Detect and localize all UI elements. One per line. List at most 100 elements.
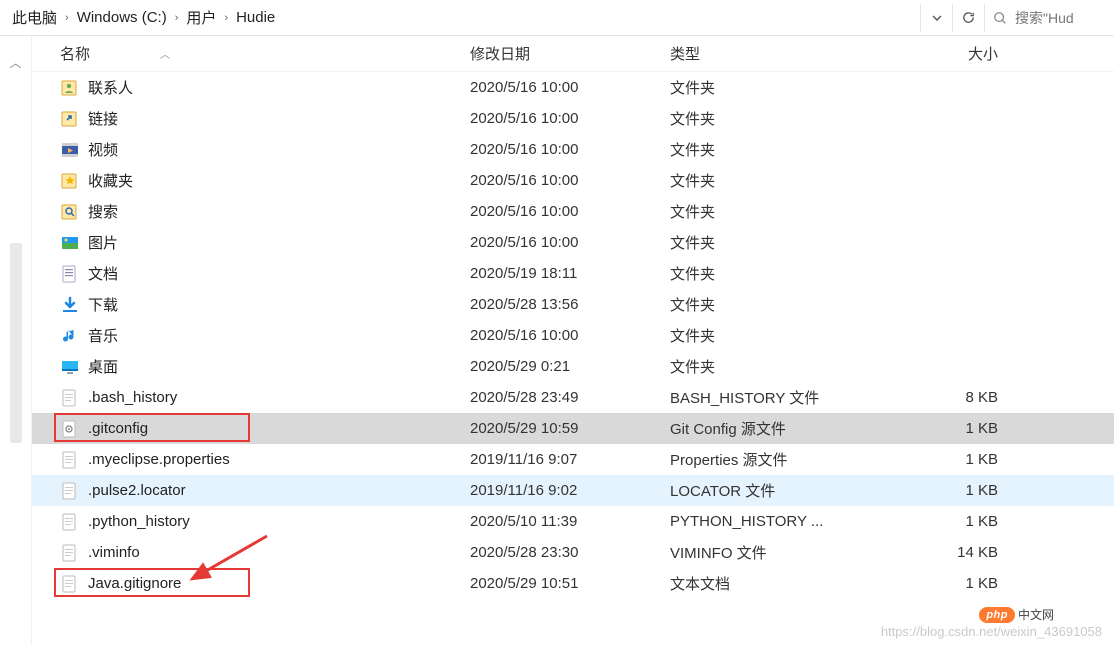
file-date: 2020/5/19 18:11 [470, 265, 670, 282]
file-type: 文本文档 [670, 573, 870, 594]
file-type: 文件夹 [670, 232, 870, 253]
table-row[interactable]: .bash_history 2020/5/28 23:49 BASH_HISTO… [32, 382, 1114, 413]
music-icon [60, 326, 80, 346]
col-size[interactable]: 大小 [870, 43, 1020, 64]
nav-tree-stub [10, 243, 22, 443]
file-name: Java.gitignore [88, 575, 181, 592]
pictures-icon [60, 233, 80, 253]
desktop-icon [60, 357, 80, 377]
watermark-text: https://blog.csdn.net/weixin_43691058 [881, 624, 1102, 639]
file-name: 搜索 [88, 201, 118, 222]
chevron-right-icon[interactable]: › [63, 12, 71, 24]
table-row[interactable]: 桌面 2020/5/29 0:21 文件夹 [32, 351, 1114, 382]
file-name: .bash_history [88, 389, 177, 406]
file-type: PYTHON_HISTORY ... [670, 513, 870, 530]
file-name: 视频 [88, 139, 118, 160]
collapse-icon[interactable]: ︿ [9, 54, 21, 71]
file-type: VIMINFO 文件 [670, 542, 870, 563]
file-date: 2020/5/28 23:30 [470, 544, 670, 561]
contacts-icon [60, 78, 80, 98]
file-type: 文件夹 [670, 263, 870, 284]
table-row[interactable]: 搜索 2020/5/16 10:00 文件夹 [32, 196, 1114, 227]
file-size: 1 KB [870, 420, 1020, 437]
breadcrumb-seg[interactable]: Windows (C:) [71, 5, 173, 30]
file-name: 联系人 [88, 77, 133, 98]
file-date: 2020/5/16 10:00 [470, 327, 670, 344]
file-type: 文件夹 [670, 170, 870, 191]
file-name: 图片 [88, 232, 118, 253]
history-dropdown-button[interactable] [920, 4, 952, 32]
file-icon [60, 543, 80, 563]
file-name: 收藏夹 [88, 170, 133, 191]
downloads-icon [60, 295, 80, 315]
chevron-right-icon[interactable]: › [173, 12, 181, 24]
table-row[interactable]: .python_history 2020/5/10 11:39 PYTHON_H… [32, 506, 1114, 537]
refresh-button[interactable] [952, 4, 984, 32]
file-date: 2020/5/16 10:00 [470, 110, 670, 127]
file-size: 1 KB [870, 513, 1020, 530]
breadcrumb-seg[interactable]: Hudie [230, 5, 281, 30]
file-size: 1 KB [870, 451, 1020, 468]
video-icon [60, 140, 80, 160]
links-icon [60, 109, 80, 129]
file-name: 音乐 [88, 325, 118, 346]
file-date: 2019/11/16 9:07 [470, 451, 670, 468]
file-name: .python_history [88, 513, 190, 530]
file-type: 文件夹 [670, 201, 870, 222]
breadcrumb[interactable]: 此电脑 › Windows (C:) › 用户 › Hudie [0, 3, 920, 32]
table-row[interactable]: 文档 2020/5/19 18:11 文件夹 [32, 258, 1114, 289]
table-row[interactable]: 音乐 2020/5/16 10:00 文件夹 [32, 320, 1114, 351]
file-type: BASH_HISTORY 文件 [670, 387, 870, 408]
file-type: Properties 源文件 [670, 449, 870, 470]
file-type: 文件夹 [670, 356, 870, 377]
file-name: .gitconfig [88, 420, 148, 437]
table-row[interactable]: 联系人 2020/5/16 10:00 文件夹 [32, 72, 1114, 103]
search-input[interactable]: 搜索"Hud [984, 4, 1114, 32]
file-type: 文件夹 [670, 139, 870, 160]
file-name: .viminfo [88, 544, 140, 561]
breadcrumb-seg[interactable]: 此电脑 [6, 3, 63, 32]
search-icon [60, 202, 80, 222]
nav-gutter: ︿ [0, 36, 32, 645]
table-row[interactable]: 链接 2020/5/16 10:00 文件夹 [32, 103, 1114, 134]
file-type: 文件夹 [670, 325, 870, 346]
file-icon [60, 574, 80, 594]
table-row[interactable]: 收藏夹 2020/5/16 10:00 文件夹 [32, 165, 1114, 196]
gear-icon [60, 419, 80, 439]
file-list: 名称 ︿ 修改日期 类型 大小 联系人 2020/5/16 10:00 文件夹 … [32, 36, 1114, 645]
search-placeholder: 搜索"Hud [1015, 8, 1074, 28]
table-row[interactable]: 图片 2020/5/16 10:00 文件夹 [32, 227, 1114, 258]
breadcrumb-seg[interactable]: 用户 [180, 3, 222, 32]
table-row[interactable]: 下载 2020/5/28 13:56 文件夹 [32, 289, 1114, 320]
file-date: 2020/5/28 13:56 [470, 296, 670, 313]
chevron-right-icon[interactable]: › [222, 12, 230, 24]
php-text: 中文网 [1018, 606, 1054, 623]
table-row[interactable]: Java.gitignore 2020/5/29 10:51 文本文档 1 KB [32, 568, 1114, 599]
table-row[interactable]: .pulse2.locator 2019/11/16 9:02 LOCATOR … [32, 475, 1114, 506]
file-name: .myeclipse.properties [88, 451, 230, 468]
file-type: 文件夹 [670, 294, 870, 315]
sort-indicator-icon: ︿ [160, 46, 170, 61]
php-badge: php 中文网 [979, 606, 1054, 623]
docfolder-icon [60, 264, 80, 284]
address-bar: 此电脑 › Windows (C:) › 用户 › Hudie 搜索"Hud [0, 0, 1114, 36]
table-row[interactable]: .gitconfig 2020/5/29 10:59 Git Config 源文… [32, 413, 1114, 444]
column-headers: 名称 ︿ 修改日期 类型 大小 [32, 36, 1114, 72]
file-date: 2019/11/16 9:02 [470, 482, 670, 499]
file-type: 文件夹 [670, 108, 870, 129]
table-row[interactable]: 视频 2020/5/16 10:00 文件夹 [32, 134, 1114, 165]
file-type: Git Config 源文件 [670, 418, 870, 439]
favorites-icon [60, 171, 80, 191]
file-icon [60, 512, 80, 532]
file-type: 文件夹 [670, 77, 870, 98]
col-name[interactable]: 名称 ︿ [32, 43, 470, 64]
file-date: 2020/5/16 10:00 [470, 141, 670, 158]
file-date: 2020/5/16 10:00 [470, 79, 670, 96]
col-date[interactable]: 修改日期 [470, 43, 670, 64]
file-date: 2020/5/29 0:21 [470, 358, 670, 375]
table-row[interactable]: .myeclipse.properties 2019/11/16 9:07 Pr… [32, 444, 1114, 475]
file-name: 链接 [88, 108, 118, 129]
table-row[interactable]: .viminfo 2020/5/28 23:30 VIMINFO 文件 14 K… [32, 537, 1114, 568]
file-name: 桌面 [88, 356, 118, 377]
col-type[interactable]: 类型 [670, 43, 870, 64]
